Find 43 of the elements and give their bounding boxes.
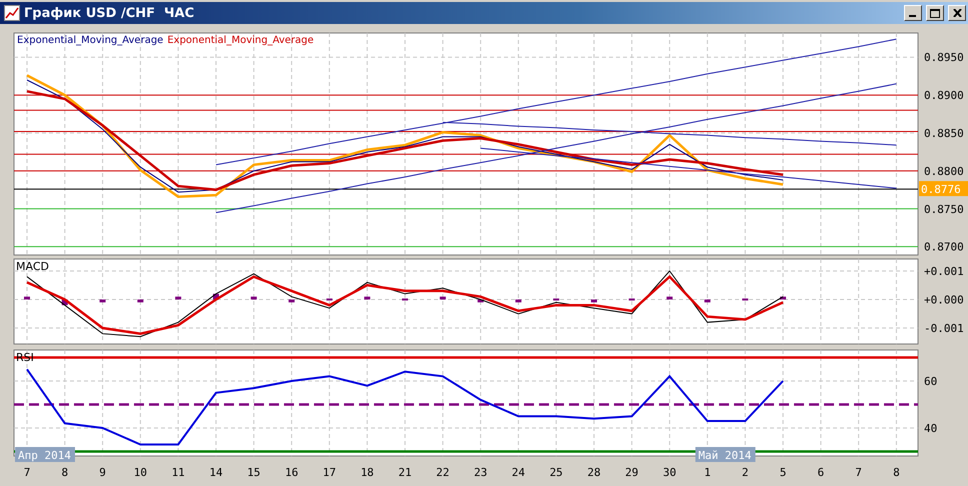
axis-label: 0.8700 — [924, 240, 964, 254]
date-label: 5 — [780, 466, 786, 479]
date-label: 1 — [704, 466, 711, 479]
date-label: 21 — [398, 466, 412, 479]
date-label: 23 — [474, 466, 488, 479]
date-label: 17 — [322, 466, 336, 479]
axis-label: 40 — [924, 422, 938, 436]
legend-label: Exponential_Moving_Average — [17, 35, 164, 46]
axis-label: +0.000 — [924, 294, 964, 306]
date-label: 11 — [172, 466, 185, 479]
date-label: 8 — [893, 466, 900, 479]
indicator-label: MACD — [16, 260, 49, 273]
date-label: 25 — [550, 466, 563, 479]
window-title: График USD /CHF ЧАС — [24, 6, 196, 20]
axis-label: 60 — [924, 375, 938, 388]
date-label: 10 — [134, 466, 148, 479]
legend-label: Exponential_Moving_Average — [167, 35, 314, 46]
date-label: 24 — [512, 466, 526, 479]
date-label: 28 — [587, 466, 601, 479]
axis-label: 0.8900 — [924, 89, 964, 102]
axis-label: +0.001 — [924, 264, 964, 278]
date-label: 15 — [247, 466, 260, 479]
date-label: 30 — [662, 466, 676, 479]
date-label: 16 — [284, 466, 298, 479]
axis-label: 0.8950 — [924, 51, 964, 64]
date-label: 14 — [209, 466, 223, 479]
date-label: 7 — [24, 466, 30, 479]
axis-label: 0.8850 — [924, 127, 964, 140]
month-label: Апр 2014 — [15, 447, 75, 462]
date-label: 18 — [360, 466, 374, 479]
axis-label: 0.8750 — [924, 202, 964, 216]
date-label: 6 — [817, 466, 824, 479]
date-label: 22 — [436, 466, 450, 479]
axis-label: -0.001 — [924, 322, 964, 336]
axis-label: 0.8800 — [924, 164, 964, 178]
price-label: 0.8776 — [919, 181, 968, 196]
month-label: Май 2014 — [695, 447, 756, 462]
date-label: 8 — [61, 466, 68, 479]
date-label: 7 — [855, 466, 862, 479]
indicator-label: RSI — [16, 351, 34, 364]
date-label: 2 — [742, 466, 749, 479]
date-label: 29 — [625, 466, 638, 479]
date-label: 9 — [99, 466, 106, 479]
